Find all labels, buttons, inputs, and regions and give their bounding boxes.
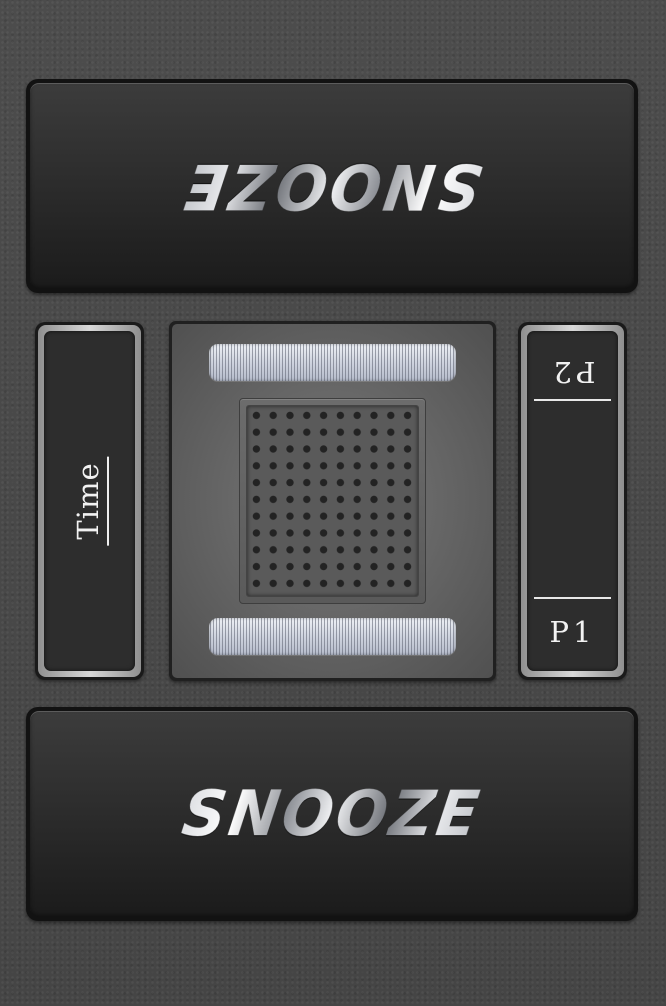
- snooze-button-face: SNOOZE: [30, 83, 634, 289]
- center-console-face: [172, 324, 493, 678]
- bottom-grille: [209, 618, 456, 655]
- player-panel-screen: P2 P1: [527, 331, 618, 671]
- player1-divider: [534, 597, 611, 599]
- top-grille: [209, 344, 456, 381]
- snooze-label-player1: SNOOZE: [177, 777, 487, 851]
- center-console: [169, 321, 496, 681]
- time-panel[interactable]: Time: [35, 322, 144, 680]
- player2-label: P2: [549, 355, 596, 389]
- snooze-button-face: SNOOZE: [30, 711, 634, 917]
- time-label-wrap: Time: [70, 456, 109, 546]
- player2-divider: [534, 399, 611, 401]
- time-label: Time: [70, 456, 109, 546]
- speaker-holes: [246, 405, 419, 597]
- speaker-grille-icon: [239, 398, 426, 604]
- time-panel-screen: Time: [44, 331, 135, 671]
- player-panel-frame: P2 P1: [521, 325, 624, 677]
- time-panel-frame: Time: [38, 325, 141, 677]
- snooze-label-player2: SNOOZE: [177, 149, 487, 223]
- player-panel[interactable]: P2 P1: [518, 322, 627, 680]
- snooze-label-flipped-wrap: SNOOZE: [178, 149, 486, 223]
- player1-label: P1: [549, 615, 596, 649]
- snooze-button-player2[interactable]: SNOOZE: [26, 79, 638, 293]
- snooze-button-player1[interactable]: SNOOZE: [26, 707, 638, 921]
